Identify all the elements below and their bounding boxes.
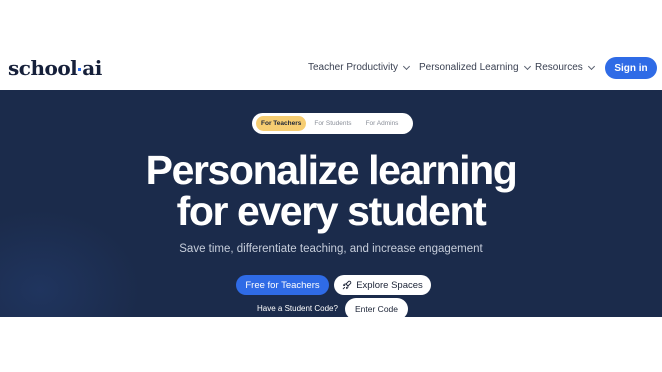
hero-subtitle: Save time, differentiate teaching, and i…: [179, 243, 483, 255]
student-code-prompt: Have a Student Code?: [257, 304, 338, 313]
explore-spaces-button[interactable]: Explore Spaces: [334, 275, 431, 295]
tab-for-admins[interactable]: For Admins: [361, 116, 404, 131]
sign-in-button[interactable]: Sign in: [605, 57, 657, 79]
logo-dot: [78, 68, 82, 71]
logo-suffix: ai: [82, 56, 102, 80]
nav-teacher-productivity[interactable]: Teacher Productivity: [308, 62, 411, 73]
chevron-down-icon: [523, 62, 531, 70]
site-header: school ai Teacher Productivity Personaliz…: [0, 0, 662, 90]
hero-section: For Teachers For Students For Admins Per…: [0, 90, 662, 317]
chevron-down-icon: [403, 62, 411, 70]
nav-label: Resources: [535, 62, 583, 73]
nav-personalized-learning[interactable]: Personalized Learning: [419, 62, 531, 73]
headline-line-2: for every student: [176, 188, 487, 234]
free-for-teachers-button[interactable]: Free for Teachers: [236, 275, 329, 295]
rocket-icon: [342, 280, 352, 290]
nav-label: Teacher Productivity: [308, 62, 399, 73]
logo[interactable]: school ai: [8, 56, 102, 80]
headline-line-1: Personalize learning: [145, 147, 518, 193]
hero-headline: Personalize learning for every student: [0, 150, 662, 232]
logo-text: school: [8, 56, 78, 80]
audience-tabs: For Teachers For Students For Admins: [252, 113, 413, 134]
tab-for-students[interactable]: For Students: [309, 116, 356, 131]
chevron-down-icon: [587, 62, 595, 70]
explore-spaces-label: Explore Spaces: [356, 279, 423, 291]
enter-code-button[interactable]: Enter Code: [345, 298, 408, 317]
tab-for-teachers[interactable]: For Teachers: [256, 116, 307, 131]
nav-resources[interactable]: Resources: [535, 62, 595, 73]
nav-label: Personalized Learning: [419, 62, 519, 73]
